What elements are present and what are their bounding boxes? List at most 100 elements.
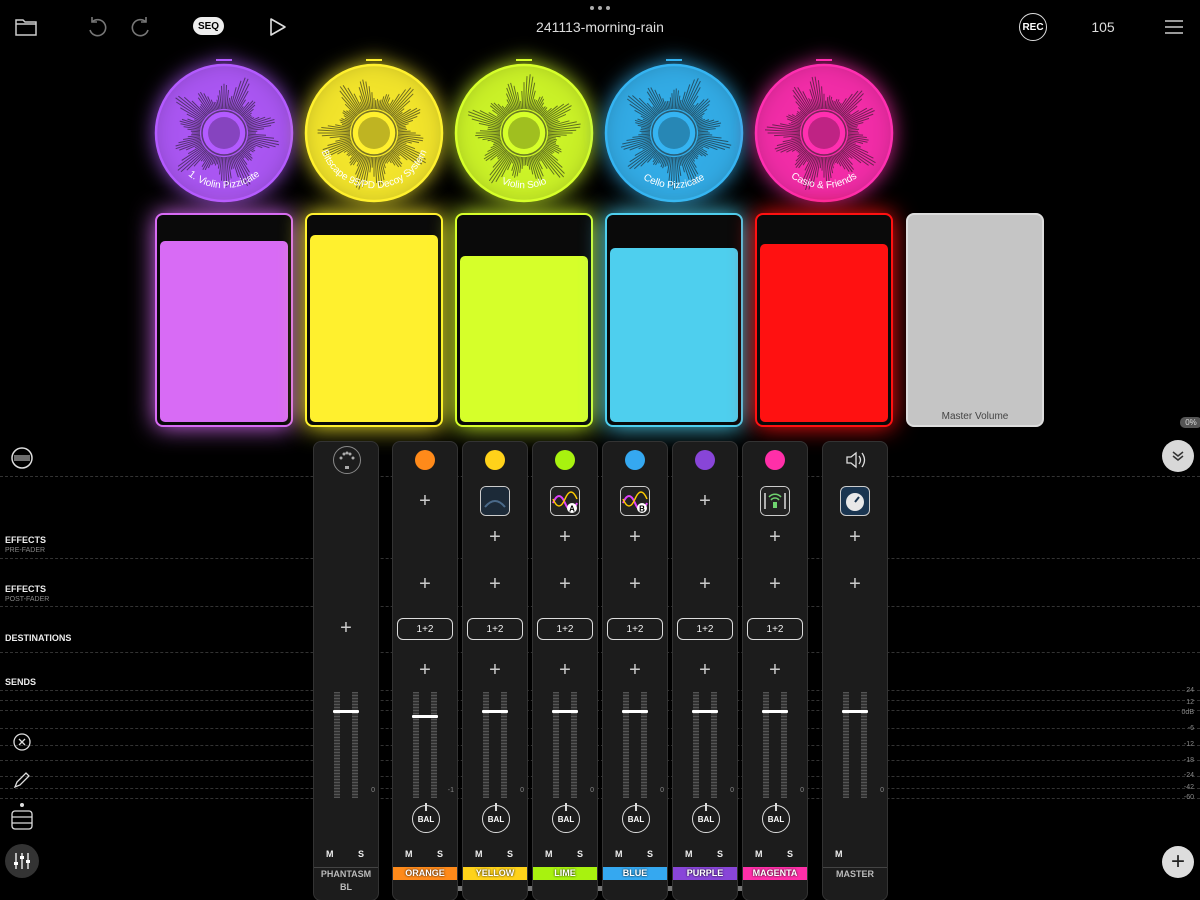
play-icon[interactable] <box>264 14 290 40</box>
pencil-icon[interactable] <box>10 768 34 792</box>
destination-selector[interactable]: 1+2 <box>747 618 803 640</box>
add-post-fader-effect-button[interactable]: + <box>765 574 785 594</box>
add-pre-fader-effect-button[interactable]: + <box>765 527 785 547</box>
volume-pad[interactable] <box>455 213 593 427</box>
effect-plugin-icon[interactable]: B <box>620 486 650 516</box>
track-disc[interactable]: Casio & Friends <box>754 59 894 203</box>
mute-button[interactable]: M <box>405 849 413 859</box>
solo-button[interactable]: S <box>647 849 653 859</box>
channel-color-dot[interactable] <box>485 450 505 470</box>
add-destination-button[interactable]: + <box>336 618 356 638</box>
add-pre-fader-effect-button[interactable]: + <box>485 527 505 547</box>
destination-selector[interactable]: 1+2 <box>467 618 523 640</box>
meter-plugin-icon[interactable] <box>840 486 870 516</box>
solo-button[interactable]: S <box>358 849 364 859</box>
channel-name[interactable]: MASTER <box>823 867 887 880</box>
volume-fader[interactable] <box>552 710 578 713</box>
volume-pad[interactable] <box>305 213 443 427</box>
balance-knob[interactable]: BAL <box>762 803 790 833</box>
track-disc[interactable]: Bitscape 95/PD Decoy System <box>304 59 444 203</box>
destination-selector[interactable]: 1+2 <box>677 618 733 640</box>
master-volume-pad[interactable]: Master Volume <box>906 213 1044 427</box>
volume-fader[interactable] <box>762 710 788 713</box>
mute-button[interactable]: M <box>685 849 693 859</box>
seq-button[interactable]: SEQ <box>193 17 224 35</box>
solo-button[interactable]: S <box>437 849 443 859</box>
add-post-fader-effect-button[interactable]: + <box>845 574 865 594</box>
balance-knob[interactable]: BAL <box>692 803 720 833</box>
folder-icon[interactable] <box>13 14 39 40</box>
add-pre-fader-effect-button[interactable]: + <box>845 527 865 547</box>
channel-name[interactable]: LIME <box>533 867 597 880</box>
volume-pad[interactable] <box>605 213 743 427</box>
channel-color-dot[interactable] <box>625 450 645 470</box>
add-send-button[interactable]: + <box>625 660 645 680</box>
list-view-icon[interactable] <box>10 808 34 832</box>
undo-icon[interactable] <box>84 14 110 40</box>
balance-knob[interactable]: BAL <box>412 803 440 833</box>
effect-plugin-icon[interactable] <box>480 486 510 516</box>
close-circle-icon[interactable] <box>10 730 34 754</box>
mute-button[interactable]: M <box>545 849 553 859</box>
add-channel-button[interactable]: + <box>1162 846 1194 878</box>
add-post-fader-effect-button[interactable]: + <box>555 574 575 594</box>
add-send-button[interactable]: + <box>555 660 575 680</box>
solo-button[interactable]: S <box>577 849 583 859</box>
track-disc[interactable]: Violin Solo <box>454 59 594 203</box>
solo-button[interactable]: S <box>507 849 513 859</box>
menu-icon[interactable] <box>1161 14 1187 40</box>
mute-button[interactable]: M <box>835 849 843 859</box>
destination-selector[interactable]: 1+2 <box>397 618 453 640</box>
volume-fader[interactable] <box>482 710 508 713</box>
channel-name[interactable]: PHANTASM BL <box>314 867 378 892</box>
record-button[interactable]: REC <box>1019 13 1047 41</box>
add-post-fader-effect-button[interactable]: + <box>625 574 645 594</box>
volume-pad[interactable] <box>755 213 893 427</box>
effect-plugin-icon[interactable] <box>760 486 790 516</box>
add-send-button[interactable]: + <box>765 660 785 680</box>
mute-button[interactable]: M <box>755 849 763 859</box>
channel-name[interactable]: MAGENTA <box>743 867 807 880</box>
add-send-button[interactable]: + <box>485 660 505 680</box>
mute-button[interactable]: M <box>326 849 334 859</box>
project-title[interactable]: 241113-morning-rain <box>400 19 800 35</box>
add-pre-fader-effect-button[interactable]: + <box>625 527 645 547</box>
balance-knob[interactable]: BAL <box>552 803 580 833</box>
volume-fader[interactable] <box>842 710 868 713</box>
mixer-sliders-button[interactable] <box>5 844 39 878</box>
mute-button[interactable]: M <box>615 849 623 859</box>
add-send-button[interactable]: + <box>415 660 435 680</box>
volume-fader[interactable] <box>622 710 648 713</box>
add-pre-fader-effect-button[interactable]: + <box>695 491 715 511</box>
add-pre-fader-effect-button[interactable]: + <box>555 527 575 547</box>
channel-color-dot[interactable] <box>765 450 785 470</box>
volume-pad[interactable] <box>155 213 293 427</box>
solo-button[interactable]: S <box>717 849 723 859</box>
solo-button[interactable]: S <box>787 849 793 859</box>
channel-color-dot[interactable] <box>415 450 435 470</box>
volume-fader[interactable] <box>333 710 359 713</box>
midi-icon[interactable] <box>333 446 361 474</box>
waveform-disc-icon[interactable] <box>10 446 34 470</box>
add-send-button[interactable]: + <box>695 660 715 680</box>
add-post-fader-effect-button[interactable]: + <box>415 574 435 594</box>
track-disc[interactable]: 1. Violin Pizzicate <box>154 59 294 203</box>
mute-button[interactable]: M <box>475 849 483 859</box>
add-post-fader-effect-button[interactable]: + <box>695 574 715 594</box>
channel-name[interactable]: PURPLE <box>673 867 737 880</box>
volume-fader[interactable] <box>692 710 718 713</box>
add-pre-fader-effect-button[interactable]: + <box>415 491 435 511</box>
add-post-fader-effect-button[interactable]: + <box>485 574 505 594</box>
redo-icon[interactable] <box>128 14 154 40</box>
channel-color-dot[interactable] <box>695 450 715 470</box>
balance-knob[interactable]: BAL <box>482 803 510 833</box>
collapse-button[interactable] <box>1162 440 1194 472</box>
destination-selector[interactable]: 1+2 <box>607 618 663 640</box>
channel-name[interactable]: YELLOW <box>463 867 527 880</box>
speaker-icon[interactable] <box>844 450 868 470</box>
more-dots-icon[interactable] <box>590 6 610 10</box>
channel-color-dot[interactable] <box>555 450 575 470</box>
destination-selector[interactable]: 1+2 <box>537 618 593 640</box>
channel-name[interactable]: BLUE <box>603 867 667 880</box>
track-disc[interactable]: Cello Pizzicate <box>604 59 744 203</box>
